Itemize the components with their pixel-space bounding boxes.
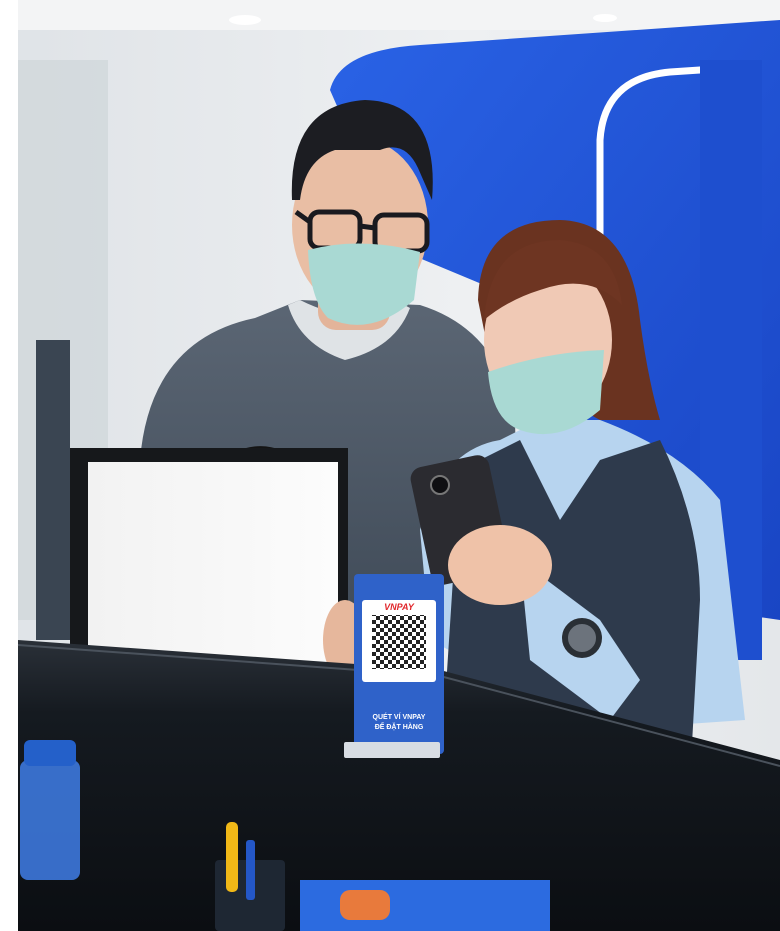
ceiling [18,0,780,30]
qr-stand-base [344,742,440,758]
left-white-frame [0,0,18,931]
blue-pen [246,840,255,900]
shopping-bag-front [88,462,338,680]
ceiling-light [593,14,617,22]
blue-bottle [20,760,80,880]
wristwatch-icon [562,618,602,658]
photo-scene: VNPAY QUÉT VÍ VNPAY ĐỂ ĐẶT HÀNG [0,0,780,931]
woman-hand [448,525,552,605]
bottle-cap [24,740,76,766]
qr-stand-slogan-line2: ĐỂ ĐẶT HÀNG [374,724,424,731]
phone-camera-icon [430,475,450,495]
qr-stand-brand: VNPAY [384,602,414,612]
orange-object [340,890,390,920]
blue-tray [300,880,550,931]
kiosk-device [36,340,70,640]
ceiling-light [229,15,261,25]
qr-stand-slogan-line1: QUÉT VÍ VNPAY [372,714,426,721]
yellow-pen [226,822,238,892]
qr-code-icon [372,615,426,669]
